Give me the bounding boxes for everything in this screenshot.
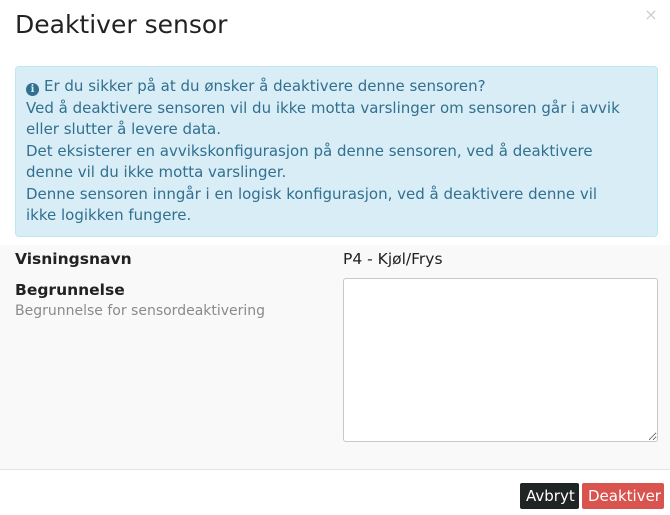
alert-line-1: Ved å deaktivere sensoren vil du ikke mo…	[26, 98, 620, 117]
alert-line-3: Det eksisterer en avvikskonfigurasjon på…	[26, 141, 593, 160]
cancel-button[interactable]: Avbryt	[520, 483, 579, 509]
reason-label: Begrunnelse	[15, 281, 125, 299]
dialog-title: Deaktiver sensor	[15, 10, 228, 39]
info-alert: i Er du sikker på at du ønsker å deaktive…	[15, 66, 658, 237]
alert-line-5: Denne sensoren inngår i en logisk konfig…	[26, 184, 598, 203]
dialog-header: Deaktiver sensor ×	[0, 0, 670, 56]
deactivate-sensor-dialog: Deaktiver sensor × i Er du sikker på at d…	[0, 0, 670, 515]
info-circle-icon: i	[26, 83, 39, 96]
alert-line-4: denne vil du ikke motta varslinger.	[26, 163, 287, 181]
close-icon[interactable]: ×	[642, 6, 660, 24]
dialog-footer: Avbryt Deaktiver	[0, 469, 670, 515]
reason-help-text: Begrunnelse for sensordeaktivering	[15, 303, 266, 319]
alert-question: Er du sikker på at du ønsker å deaktiver…	[44, 77, 486, 95]
display-name-value: P4 - Kjøl/Frys	[343, 250, 443, 268]
display-name-label: Visningsnavn	[15, 250, 132, 268]
reason-textarea[interactable]	[343, 278, 658, 442]
alert-line-0: i Er du sikker på at du ønsker å deaktive…	[26, 76, 647, 98]
alert-line-6: ikke logikken fungere.	[26, 206, 192, 224]
alert-line-2: eller slutter å levere data.	[26, 120, 221, 138]
deactivate-button[interactable]: Deaktiver	[582, 483, 664, 509]
deactivation-form: Visningsnavn P4 - Kjøl/Frys Begrunnelse …	[0, 245, 670, 469]
